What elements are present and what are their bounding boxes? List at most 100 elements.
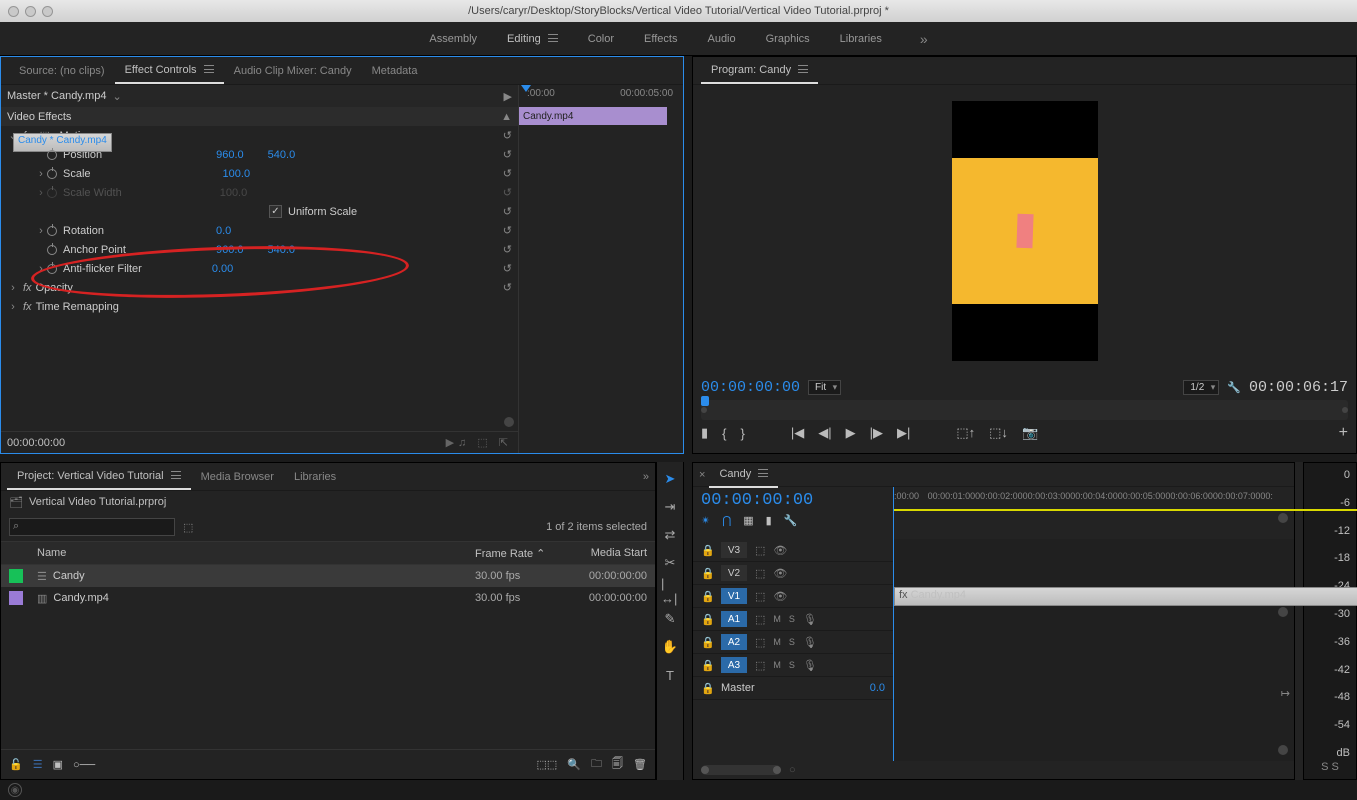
- pen-tool[interactable]: ✎: [661, 610, 679, 628]
- rotation-value[interactable]: 0.0: [216, 225, 231, 237]
- prop-anti-flicker[interactable]: ›Anti-flicker Filter0.00: [1, 259, 518, 278]
- play-button[interactable]: ▶: [846, 425, 856, 441]
- position-x[interactable]: 960.0: [216, 149, 244, 161]
- master-clip-label[interactable]: Master * Candy.mp4: [7, 90, 106, 102]
- new-bin-button[interactable]: 🗀: [591, 755, 602, 774]
- workspace-overflow[interactable]: »: [920, 31, 928, 47]
- prop-uniform-scale[interactable]: ✓Uniform Scale: [1, 202, 518, 221]
- panel-menu-icon[interactable]: [171, 471, 181, 479]
- add-marker-toggle[interactable]: ▦: [743, 514, 753, 527]
- reset-flicker[interactable]: [503, 262, 512, 275]
- program-viewer[interactable]: [693, 85, 1356, 377]
- reset-scale-width[interactable]: [503, 186, 512, 199]
- workspace-editing[interactable]: Editing: [507, 33, 558, 45]
- add-marker-button[interactable]: ▮: [701, 425, 708, 441]
- workspace-effects[interactable]: Effects: [644, 33, 677, 45]
- effect-controls-footer-icons[interactable]: ▶♫ ⬚ ⇱: [446, 436, 512, 449]
- tab-project[interactable]: Project: Vertical Video Tutorial: [7, 464, 191, 490]
- panel-menu-icon[interactable]: [758, 469, 768, 477]
- effect-time-remapping[interactable]: ›fxTime Remapping: [1, 297, 518, 316]
- track-header-v1[interactable]: 🔒V1⬚👁: [693, 585, 893, 608]
- workspace-color[interactable]: Color: [588, 33, 614, 45]
- ripple-edit-tool[interactable]: ⇄: [661, 526, 679, 544]
- tab-program[interactable]: Program: Candy: [701, 58, 818, 84]
- tab-audio-clip-mixer[interactable]: Audio Clip Mixer: Candy: [224, 59, 362, 83]
- workspace-graphics[interactable]: Graphics: [766, 33, 810, 45]
- freeform-view-button[interactable]: ○──: [73, 759, 95, 771]
- scroll-thumb[interactable]: [1278, 745, 1288, 755]
- keyframe-toggle-scale[interactable]: [47, 169, 57, 179]
- effect-controls-timecode[interactable]: 00:00:00:00: [7, 437, 65, 449]
- keyframe-toggle-anchor[interactable]: [47, 245, 57, 255]
- track-header-v2[interactable]: 🔒V2⬚👁: [693, 562, 893, 585]
- list-view-button[interactable]: ☰: [33, 758, 43, 771]
- sequence-clip-link[interactable]: Candy * Candy.mp4: [13, 133, 112, 152]
- workspace-menu-icon[interactable]: [548, 34, 558, 42]
- playhead-icon[interactable]: [701, 396, 709, 406]
- workspace-assembly[interactable]: Assembly: [429, 33, 477, 45]
- automate-button[interactable]: ⬚⬚: [537, 758, 558, 771]
- effect-opacity[interactable]: ›fxOpacity: [1, 278, 518, 297]
- tab-source[interactable]: Source: (no clips): [9, 59, 115, 83]
- new-item-button[interactable]: 🗐: [612, 755, 623, 774]
- tab-libraries[interactable]: Libraries: [284, 465, 346, 489]
- vertical-scroll[interactable]: [1278, 513, 1288, 523]
- position-y[interactable]: 540.0: [268, 149, 296, 161]
- project-search-input[interactable]: [9, 518, 175, 536]
- timeline-clip[interactable]: fxCandy.mp4: [894, 587, 1357, 606]
- reset-rotation[interactable]: [503, 224, 512, 237]
- reset-motion[interactable]: [503, 129, 512, 142]
- lift-button[interactable]: ⬚↑: [956, 425, 975, 441]
- track-header-a3[interactable]: 🔒A3⬚MS🎙: [693, 654, 893, 677]
- scale-value[interactable]: 100.0: [223, 168, 251, 180]
- go-to-in-button[interactable]: |◀: [791, 425, 804, 441]
- selection-tool[interactable]: ➤: [661, 470, 679, 488]
- type-tool[interactable]: T: [661, 666, 679, 684]
- delete-button[interactable]: 🗑: [633, 758, 647, 771]
- solo-buttons[interactable]: S S: [1321, 761, 1339, 773]
- panel-menu-icon[interactable]: [204, 65, 214, 73]
- table-row[interactable]: ▥Candy.mp430.00 fps00:00:00:00: [1, 587, 655, 609]
- mark-out-button[interactable]: }: [741, 426, 745, 441]
- keyframe-toggle-rotation[interactable]: [47, 226, 57, 236]
- loop-toggle[interactable]: ↦: [1281, 687, 1290, 700]
- program-timecode-left[interactable]: 00:00:00:00: [701, 379, 800, 396]
- work-area-bar[interactable]: [894, 509, 1357, 511]
- prop-rotation[interactable]: ›Rotation0.0: [1, 221, 518, 240]
- timeline-ruler[interactable]: :00:0000:00:01:0000:00:02:0000:00:03:000…: [893, 487, 1294, 539]
- timeline-marker-icon[interactable]: ▮: [766, 514, 772, 527]
- slip-tool[interactable]: |↔|: [661, 582, 679, 600]
- tab-sequence[interactable]: Candy: [709, 462, 778, 488]
- keyframe-toggle-flicker[interactable]: [47, 264, 57, 274]
- extract-button[interactable]: ⬚↓: [989, 425, 1008, 441]
- project-table[interactable]: NameFrame Rate ⌃Media Start ☰Candy30.00 …: [1, 541, 655, 749]
- reset-opacity[interactable]: [503, 281, 512, 294]
- prop-anchor-point[interactable]: Anchor Point960.0540.0: [1, 240, 518, 259]
- timeline-settings[interactable]: 🔧: [784, 514, 798, 527]
- anchor-y[interactable]: 540.0: [268, 244, 296, 256]
- mark-in-button[interactable]: {: [722, 426, 726, 441]
- linked-selection-toggle[interactable]: ⋂: [722, 514, 731, 527]
- track-select-tool[interactable]: ⇥: [661, 498, 679, 516]
- table-row[interactable]: ☰Candy30.00 fps00:00:00:00: [1, 565, 655, 587]
- hand-tool[interactable]: ✋: [661, 638, 679, 656]
- reset-scale[interactable]: [503, 167, 512, 180]
- panel-overflow[interactable]: »: [643, 471, 649, 483]
- program-zoom-fit[interactable]: Fit: [808, 380, 841, 395]
- settings-icon[interactable]: 🔧: [1227, 381, 1241, 394]
- timeline-zoom-scroll[interactable]: [701, 765, 781, 775]
- track-header-a1[interactable]: 🔒A1⬚MS🎙: [693, 608, 893, 631]
- window-traffic-lights[interactable]: [8, 6, 53, 17]
- tab-metadata[interactable]: Metadata: [362, 59, 428, 83]
- workspace-audio[interactable]: Audio: [707, 33, 735, 45]
- bin-filter-icon[interactable]: ⬚: [183, 521, 193, 534]
- reset-anchor[interactable]: [503, 243, 512, 256]
- keyframe-toggle-position[interactable]: [47, 150, 57, 160]
- prop-scale[interactable]: ›Scale100.0: [1, 164, 518, 183]
- find-button[interactable]: 🔍: [567, 758, 581, 771]
- workspace-libraries[interactable]: Libraries: [840, 33, 882, 45]
- uniform-scale-checkbox[interactable]: ✓: [269, 205, 282, 218]
- program-scrub-bar[interactable]: [701, 400, 1348, 420]
- step-back-button[interactable]: ◀|: [818, 425, 831, 441]
- reset-uniform[interactable]: [503, 205, 512, 218]
